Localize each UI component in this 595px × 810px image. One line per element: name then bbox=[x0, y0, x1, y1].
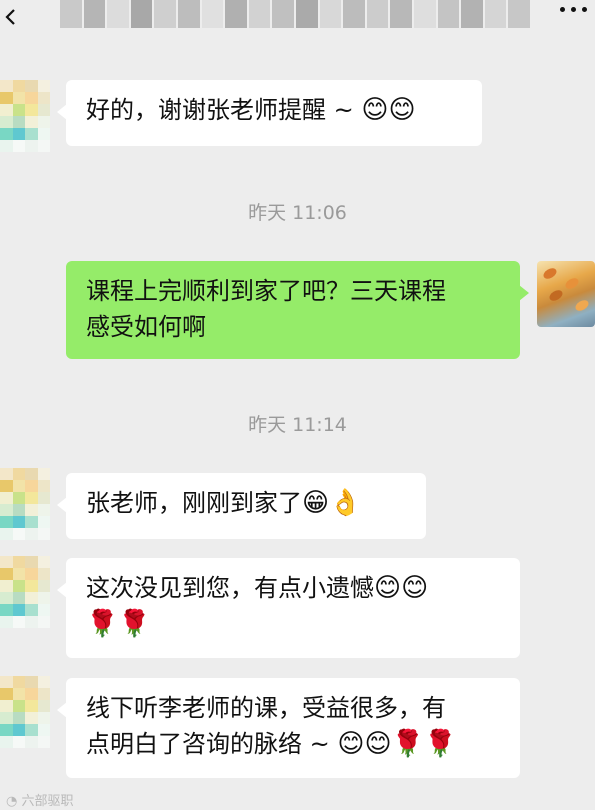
message-text-line: 感受如何啊 bbox=[86, 313, 206, 341]
message-text-line: 这次没见到您，有点小遗憾 bbox=[86, 574, 374, 602]
message-text: 好的，谢谢张老师提醒 ~ bbox=[86, 96, 362, 124]
message-bubble-received[interactable]: 线下听李老师的课，受益很多，有 点明白了咨询的脉络 ~ 😊😊🌹🌹 bbox=[57, 678, 520, 778]
message-text-line: 课程上完顺利到家了吧？三天课程 bbox=[86, 277, 446, 305]
chevron-left-icon[interactable] bbox=[2, 8, 20, 26]
rose-emoji: 🌹🌹 bbox=[86, 609, 151, 639]
message-bubble-received[interactable]: 好的，谢谢张老师提醒 ~ 😊😊 bbox=[57, 80, 482, 146]
smile-emoji: 😊😊 bbox=[374, 573, 429, 603]
message-bubble-sent[interactable]: 课程上完顺利到家了吧？三天课程 感受如何啊 bbox=[66, 261, 529, 359]
more-dots-icon[interactable] bbox=[560, 4, 594, 14]
smile-rose-emoji: 😊😊🌹🌹 bbox=[337, 729, 457, 759]
contact-avatar[interactable] bbox=[0, 556, 50, 628]
watermark: ◔ 六部驱职 bbox=[6, 794, 74, 809]
message-text-line: 线下听李老师的课，受益很多，有 bbox=[86, 694, 446, 722]
contact-avatar[interactable] bbox=[0, 80, 50, 152]
contact-avatar[interactable] bbox=[0, 676, 50, 748]
my-avatar[interactable] bbox=[537, 261, 595, 327]
contact-avatar[interactable] bbox=[0, 468, 50, 540]
message-text: 张老师，刚刚到家了 bbox=[86, 489, 302, 517]
watermark-logo-icon: ◔ bbox=[6, 794, 18, 809]
chat-title-pixelated bbox=[60, 0, 530, 28]
message-text-line: 点明白了咨询的脉络 ~ bbox=[86, 730, 338, 758]
smile-emoji: 😊😊 bbox=[361, 95, 416, 125]
message-bubble-received[interactable]: 这次没见到您，有点小遗憾😊😊 🌹🌹 bbox=[57, 558, 520, 658]
grin-ok-emoji: 😁👌 bbox=[302, 488, 362, 518]
timestamp: 昨天 11:06 bbox=[248, 202, 347, 224]
chat-header bbox=[0, 0, 595, 46]
timestamp: 昨天 11:14 bbox=[248, 414, 347, 436]
message-bubble-received[interactable]: 张老师，刚刚到家了😁👌 bbox=[57, 473, 426, 539]
